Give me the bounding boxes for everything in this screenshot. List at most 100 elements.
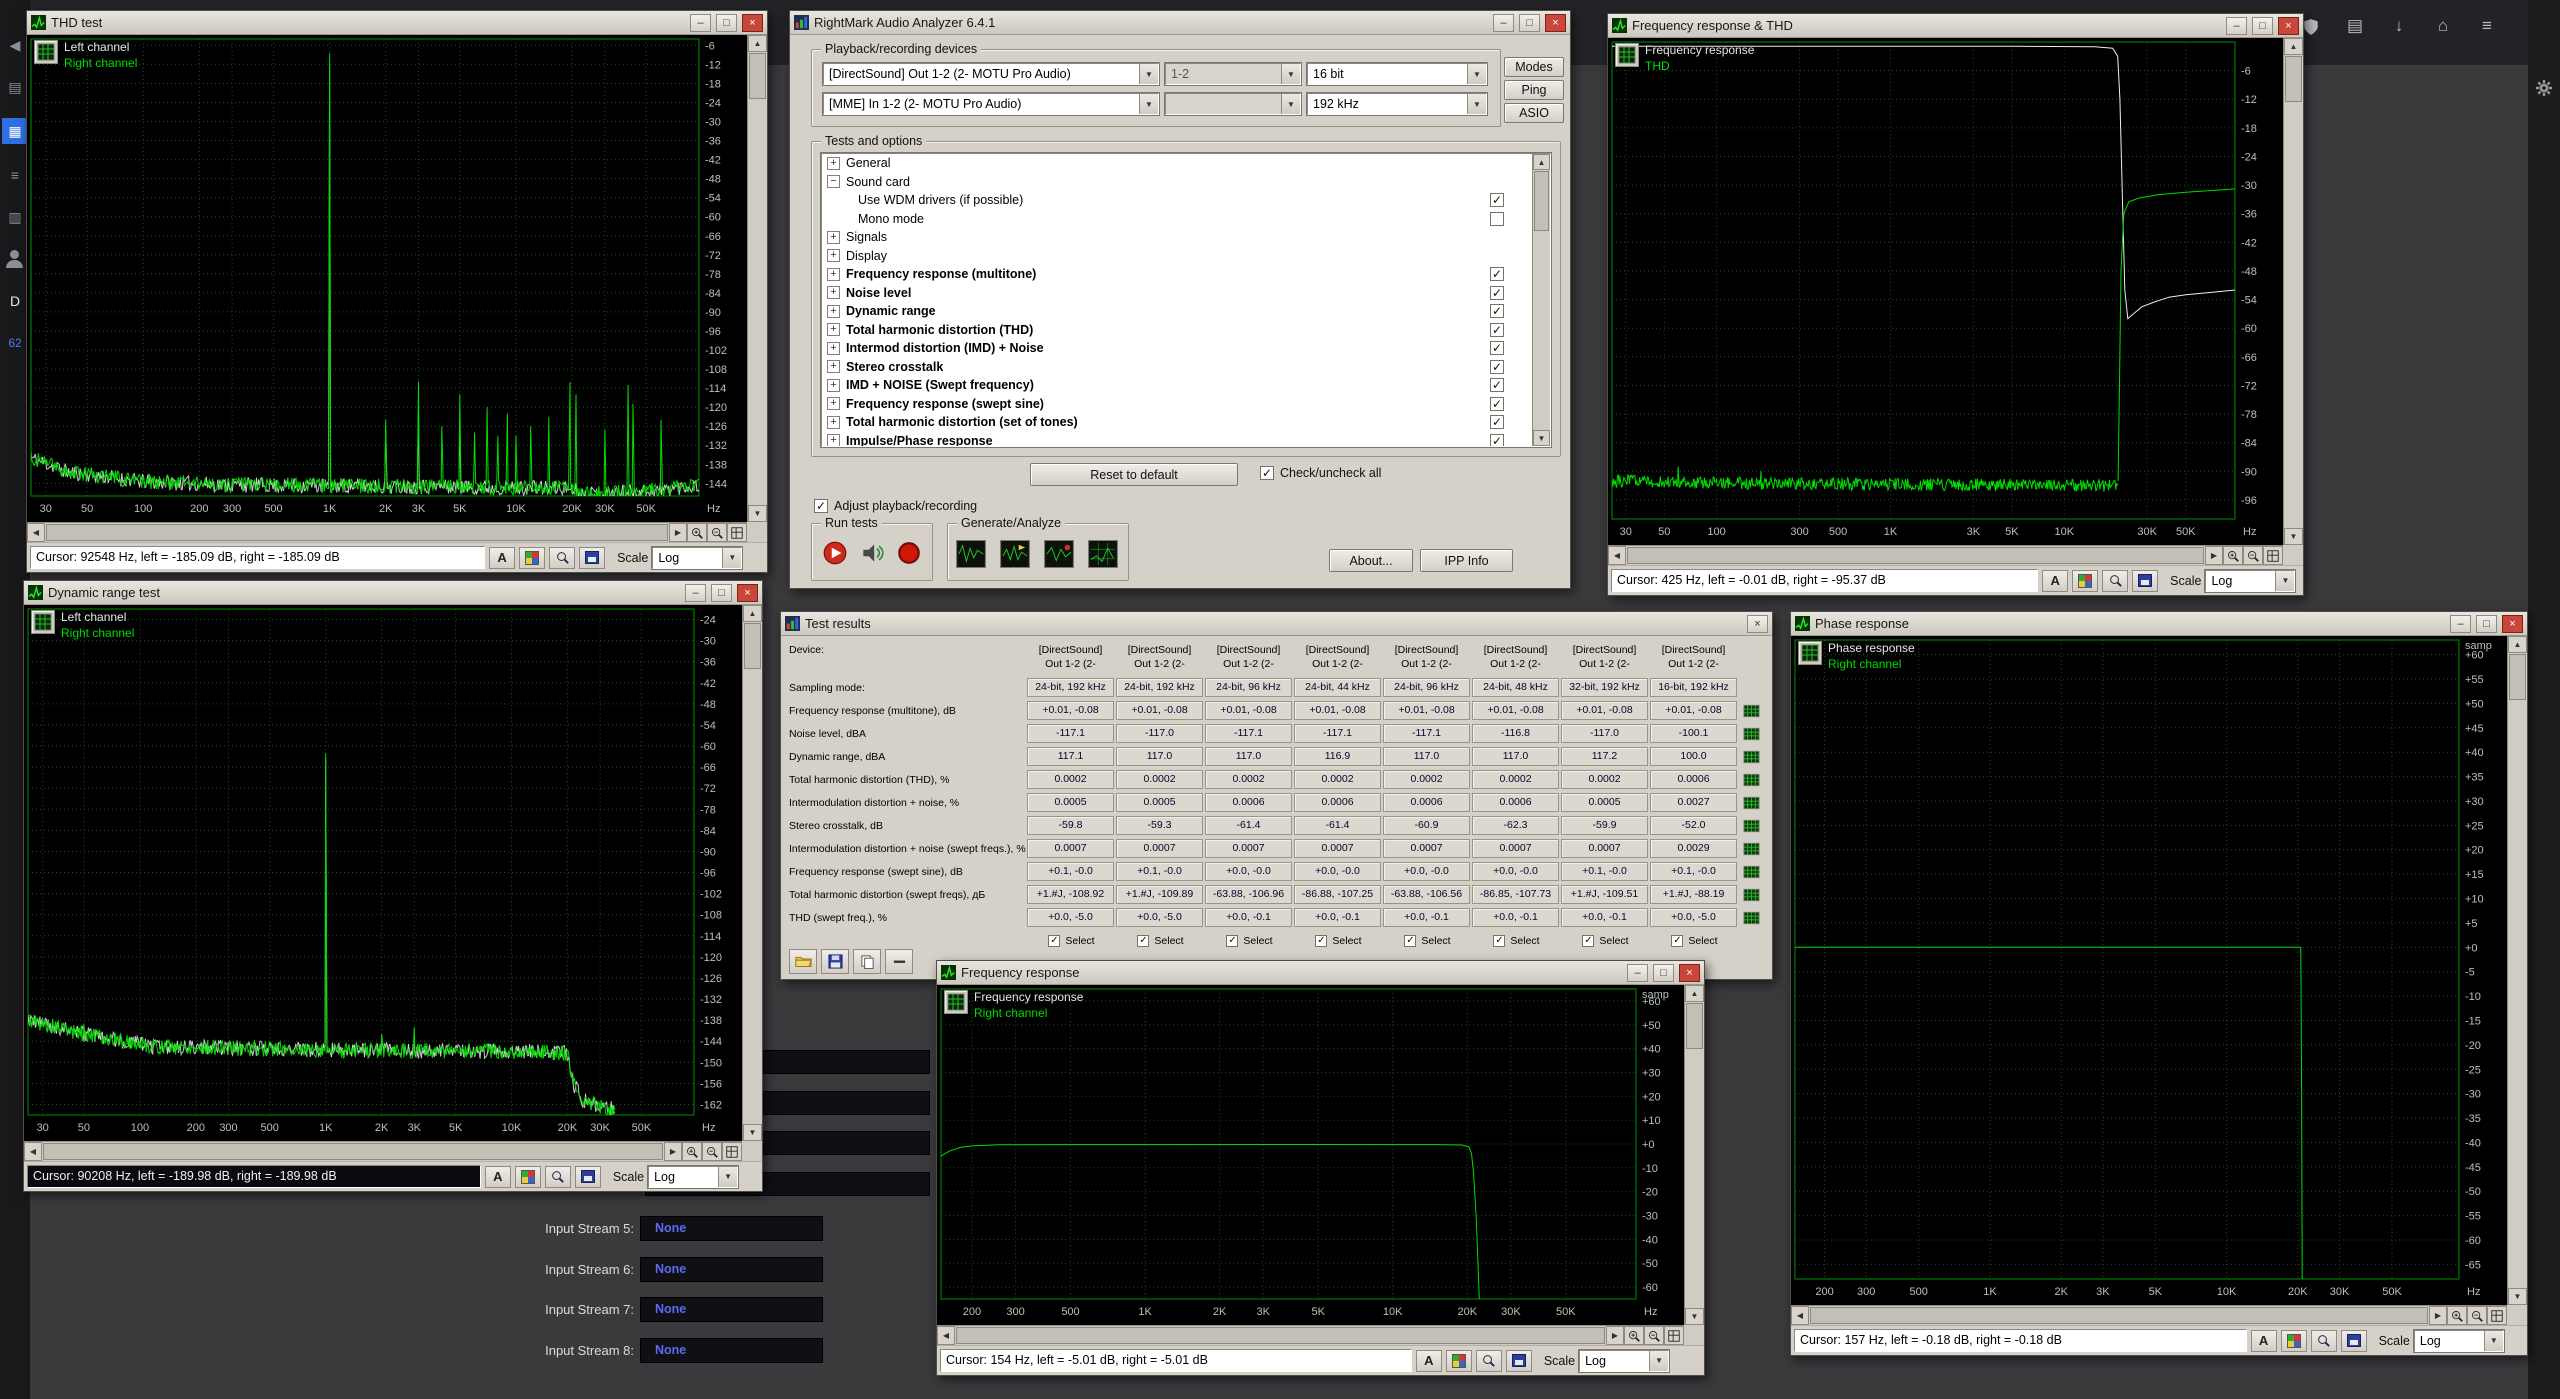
result-value-cell[interactable]: 24-bit, 192 kHz — [1027, 678, 1114, 697]
tree-expander-icon[interactable]: + — [827, 268, 840, 281]
result-value-cell[interactable]: -59.3 — [1116, 816, 1203, 835]
scale-select[interactable]: Log▼ — [2414, 1330, 2504, 1352]
font-button[interactable]: A — [489, 547, 515, 569]
result-value-cell[interactable]: -86.88, -107.25 — [1294, 885, 1381, 904]
recording-channels-select[interactable]: ▼ — [1165, 93, 1301, 115]
scroll-left-icon[interactable]: ◀ — [24, 1142, 42, 1161]
spectrum-plot[interactable]: 30501002003005001K2K3K5K10K20K30K50K-24-… — [24, 605, 742, 1141]
result-value-cell[interactable]: 16-bit, 192 kHz — [1650, 678, 1737, 697]
titlebar[interactable]: THD test – □ × — [27, 11, 767, 35]
minimize-button[interactable]: – — [690, 14, 711, 32]
maximize-button[interactable]: □ — [2252, 17, 2273, 35]
vscroll-thumb[interactable] — [2509, 654, 2526, 700]
spectrum-icon[interactable] — [1743, 750, 1760, 764]
result-value-cell[interactable]: -62.3 — [1472, 816, 1559, 835]
response-plot[interactable]: 2003005001K2K3K5K10K20K30K50K+60+50+40+3… — [937, 985, 1684, 1325]
select-checkbox[interactable]: ✓ — [1493, 935, 1505, 947]
user-icon[interactable] — [2, 248, 28, 270]
device-column-header[interactable]: [DirectSound]Out 1-2 (2- — [1116, 644, 1203, 671]
generate-signal-button[interactable] — [956, 540, 986, 568]
zoom-tool-button[interactable] — [2102, 570, 2128, 592]
scroll-right-icon[interactable]: ▶ — [1606, 1326, 1624, 1345]
save-button[interactable] — [2132, 570, 2158, 592]
result-value-cell[interactable]: -117.1 — [1383, 724, 1470, 743]
device-column-header[interactable]: [DirectSound]Out 1-2 (2- — [1027, 644, 1114, 671]
spectrum-icon[interactable] — [1743, 865, 1760, 879]
result-value-cell[interactable]: 117.0 — [1205, 747, 1292, 766]
generate-analyze-button[interactable] — [1044, 540, 1074, 568]
legend-icon[interactable] — [34, 40, 58, 64]
scroll-up-icon[interactable]: ▲ — [1533, 154, 1550, 170]
select-checkbox[interactable]: ✓ — [1226, 935, 1238, 947]
scroll-down-icon[interactable]: ▼ — [1685, 1308, 1704, 1325]
result-value-cell[interactable]: +0.01, -0.08 — [1650, 701, 1737, 720]
result-value-cell[interactable]: 0.0007 — [1561, 839, 1648, 858]
result-value-cell[interactable]: 0.0006 — [1472, 793, 1559, 812]
tests-list-item[interactable]: +Intermod distortion (IMD) + Noise✓ — [822, 339, 1550, 358]
result-value-cell[interactable]: 0.0002 — [1294, 770, 1381, 789]
save-button[interactable] — [2341, 1330, 2367, 1352]
horizontal-scrollbar[interactable]: ◀▶ — [1791, 1305, 2507, 1325]
result-value-cell[interactable]: -61.4 — [1205, 816, 1292, 835]
phase-plot[interactable]: 2003005001K2K3K5K10K20K30K50K+60+55+50+4… — [1791, 636, 2507, 1305]
minimize-button[interactable]: – — [2450, 615, 2471, 633]
list-scroll-thumb[interactable] — [1534, 171, 1549, 231]
horizontal-scrollbar[interactable]: ◀▶ — [1608, 545, 2283, 565]
tree-expander-icon[interactable]: + — [827, 397, 840, 410]
copy-results-button[interactable] — [853, 949, 881, 974]
close-button[interactable]: × — [1747, 615, 1768, 633]
result-value-cell[interactable]: +0.01, -0.08 — [1294, 701, 1381, 720]
result-value-cell[interactable]: +0.01, -0.08 — [1027, 701, 1114, 720]
font-button[interactable]: A — [2251, 1330, 2277, 1352]
result-value-cell[interactable]: +0.0, -0.1 — [1472, 908, 1559, 927]
zoom-tool-button[interactable] — [1476, 1350, 1502, 1372]
result-value-cell[interactable]: +1.#J, -109.89 — [1116, 885, 1203, 904]
check-uncheck-all-checkbox[interactable]: ✓Check/uncheck all — [1260, 466, 1381, 480]
minimize-button[interactable]: – — [1627, 964, 1648, 982]
legend-icon[interactable] — [944, 990, 968, 1014]
maximize-button[interactable]: □ — [1519, 14, 1540, 32]
colors-button[interactable] — [2072, 570, 2098, 592]
result-value-cell[interactable]: 0.0005 — [1561, 793, 1648, 812]
vertical-scrollbar[interactable]: ▲▼ — [2507, 636, 2527, 1305]
result-value-cell[interactable]: 117.0 — [1116, 747, 1203, 766]
zoom-out-button[interactable] — [2243, 546, 2263, 565]
zoom-out-button[interactable] — [2467, 1306, 2487, 1325]
recording-device-select[interactable]: [MME] In 1-2 (2- MOTU Pro Audio)▼ — [823, 93, 1159, 115]
result-value-cell[interactable]: 100.0 — [1650, 747, 1737, 766]
result-value-cell[interactable]: 24-bit, 48 kHz — [1472, 678, 1559, 697]
spectrum-plot[interactable]: 30501002003005001K2K3K5K10K20K30K50K-6-1… — [27, 35, 747, 522]
result-value-cell[interactable]: +0.01, -0.08 — [1205, 701, 1292, 720]
device-column-header[interactable]: [DirectSound]Out 1-2 (2- — [1205, 644, 1292, 671]
library-icon[interactable]: ▤ — [2344, 16, 2366, 36]
tests-list-item[interactable]: +Total harmonic distortion (THD)✓ — [822, 321, 1550, 340]
tests-list-item[interactable]: Mono mode — [822, 210, 1550, 229]
save-results-button[interactable] — [821, 949, 849, 974]
scroll-left-icon[interactable]: ◀ — [27, 523, 45, 542]
close-button[interactable]: × — [737, 584, 758, 602]
scroll-right-icon[interactable]: ▶ — [2205, 546, 2223, 565]
menu-icon[interactable]: ≡ — [2476, 16, 2498, 36]
save-button[interactable] — [579, 547, 605, 569]
close-button[interactable]: × — [742, 14, 763, 32]
scroll-right-icon[interactable]: ▶ — [669, 523, 687, 542]
tree-expander-icon[interactable]: + — [827, 360, 840, 373]
result-value-cell[interactable]: 0.0002 — [1472, 770, 1559, 789]
tests-list-item[interactable]: +Impulse/Phase response✓ — [822, 432, 1550, 448]
titlebar[interactable]: Frequency response & THD – □ × — [1608, 14, 2303, 38]
input-stream-value-button[interactable]: None — [640, 1216, 823, 1241]
result-value-cell[interactable]: 24-bit, 96 kHz — [1383, 678, 1470, 697]
result-value-cell[interactable]: 24-bit, 192 kHz — [1116, 678, 1203, 697]
hscroll-thumb[interactable] — [43, 1143, 663, 1160]
scroll-up-icon[interactable]: ▲ — [2508, 636, 2527, 653]
sidebar-letter[interactable]: D — [2, 290, 28, 312]
test-item-checkbox[interactable]: ✓ — [1490, 323, 1504, 337]
save-button[interactable] — [575, 1166, 601, 1188]
result-value-cell[interactable]: 0.0007 — [1383, 839, 1470, 858]
asio-button[interactable]: ASIO — [1504, 103, 1564, 123]
result-value-cell[interactable]: -117.0 — [1561, 724, 1648, 743]
ipp-info-button[interactable]: IPP Info — [1420, 549, 1513, 572]
zoom-out-button[interactable] — [707, 523, 727, 542]
spectrum-icon[interactable] — [1743, 704, 1760, 718]
input-stream-value-button[interactable]: None — [640, 1297, 823, 1322]
